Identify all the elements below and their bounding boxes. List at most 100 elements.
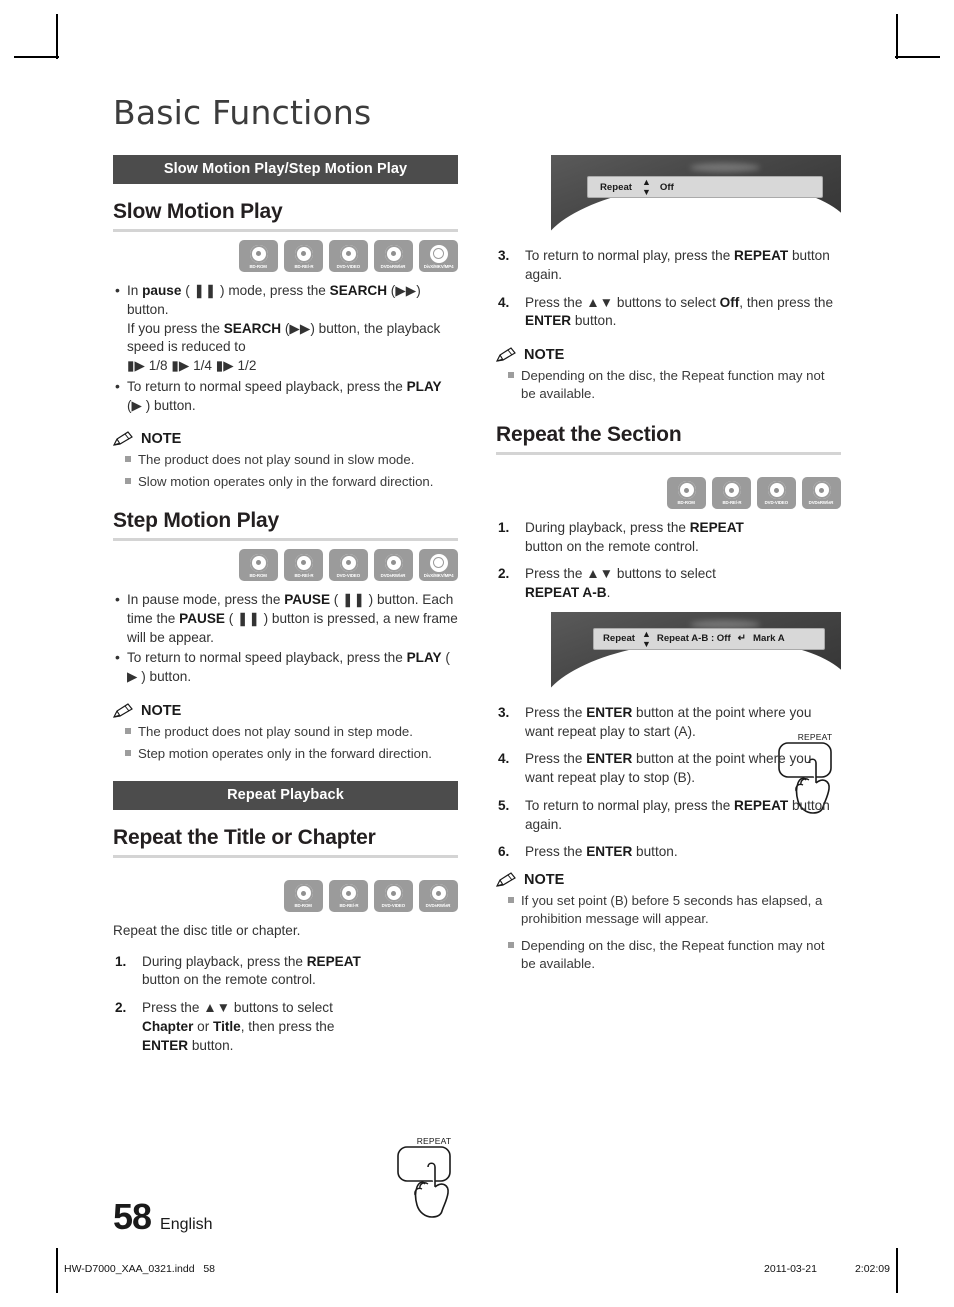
note-item: If you set point (B) before 5 seconds ha… xyxy=(496,892,841,928)
disc-icon xyxy=(249,244,268,263)
repeat-keyword: REPEAT xyxy=(734,797,789,813)
language-label: English xyxy=(160,1216,213,1233)
playback-speed-sequence: ▮▶ 1/8 ▮▶ 1/4 ▮▶ 1/2 xyxy=(127,358,257,373)
text-fragment: button. xyxy=(188,1037,234,1053)
text-fragment: If you press the xyxy=(127,320,224,336)
repeat-section-steps-top: 1. During playback, press the REPEAT but… xyxy=(496,519,841,603)
disc-badge-dvd-video: DVD-VIDEO xyxy=(329,549,368,582)
text-fragment: button. xyxy=(571,313,617,329)
page-number: 58 xyxy=(113,1196,152,1237)
text-fragment: Press the xyxy=(525,751,587,767)
text-fragment: Press the xyxy=(525,844,587,860)
disc-badge-label: BD-ROM xyxy=(677,500,696,506)
note-block-slow-motion: NOTE The product does not play sound in … xyxy=(113,431,458,491)
text-fragment: In pause mode, press the xyxy=(127,592,285,608)
osd-screenshot-repeat-ab: Repeat ▲ ▼ Repeat A-B : Off ↵ Mark A xyxy=(551,611,841,690)
note-title: NOTE xyxy=(524,347,565,363)
heading-rule xyxy=(496,451,841,455)
disc-badge-label: DVD-VIDEO xyxy=(381,903,406,909)
disc-badge-dvd-rw-r: DVD±RW/±R xyxy=(374,549,413,582)
list-item: 4. Press the ENTER button at the point w… xyxy=(496,750,841,788)
crop-mark-top-right-vertical xyxy=(896,14,898,59)
disc-badge-bd-rom: BD-ROM xyxy=(667,476,706,509)
step-number: 3. xyxy=(498,704,510,720)
disc-icon xyxy=(339,884,358,903)
heading-rule xyxy=(113,538,458,542)
disc-badge-label: DVD-VIDEO xyxy=(336,572,361,578)
text-fragment: ( ❚❚ ) mode, press the xyxy=(181,283,330,298)
pencil-icon xyxy=(496,347,516,362)
note-header: NOTE xyxy=(113,703,458,719)
step-number: 4. xyxy=(498,751,510,767)
note-items: The product does not play sound in step … xyxy=(113,723,458,763)
disc-icon xyxy=(294,553,313,572)
list-item: To return to normal speed playback, pres… xyxy=(113,377,458,416)
pencil-icon xyxy=(113,703,133,718)
enter-key-icon: ↵ xyxy=(737,633,747,645)
heading-slow-motion-play: Slow Motion Play xyxy=(113,200,283,223)
note-items: If you set point (B) before 5 seconds ha… xyxy=(496,892,841,973)
divx-disc-icon xyxy=(429,244,448,263)
note-items: Depending on the disc, the Repeat functi… xyxy=(496,367,841,403)
disc-icon xyxy=(767,481,786,500)
heading-repeat-title-or-chapter: Repeat the Title or Chapter xyxy=(113,825,376,849)
list-item: 4. Press the ▲▼ buttons to select Off, t… xyxy=(496,294,841,332)
enter-keyword: ENTER xyxy=(586,844,633,860)
crop-mark-top-left-vertical xyxy=(56,14,58,59)
disc-badge-dvd-rw-r: DVD±RW/±R xyxy=(802,476,841,509)
note-block-step-motion: NOTE The product does not play sound in … xyxy=(113,703,458,763)
crop-mark-top-left-horizontal xyxy=(14,56,59,58)
production-footer: HW-D7000_XAA_0321.indd 58 2011-03-21 2:0… xyxy=(64,1263,890,1275)
remote-repeat-illustration-left: REPEAT xyxy=(392,1136,464,1227)
repeat-ab-keyword: REPEAT A-B xyxy=(525,585,607,601)
disc-icon xyxy=(249,553,268,572)
pause-keyword: pause xyxy=(142,283,182,298)
disc-badge-label: BD-RE/-R xyxy=(339,903,358,909)
note-title: NOTE xyxy=(141,702,182,719)
text-fragment: button on the remote control. xyxy=(142,972,316,988)
step-number: 3. xyxy=(498,248,510,263)
disc-badge-label: DVD±RW/±R xyxy=(381,572,406,578)
step-motion-bullets: In pause mode, press the PAUSE ( ❚❚ ) bu… xyxy=(113,590,458,687)
divx-disc-icon xyxy=(429,553,448,572)
indd-page: 58 xyxy=(203,1263,216,1275)
text-fragment: Press the xyxy=(525,704,587,720)
pause-keyword: PAUSE xyxy=(179,610,225,626)
osd-repeat-label: Repeat xyxy=(600,181,632,193)
repeat-title-steps-continued: 3. To return to normal play, press the R… xyxy=(496,247,841,331)
note-header: NOTE xyxy=(496,872,841,888)
disc-badge-bd-rom: BD-ROM xyxy=(239,549,278,582)
list-item: 2. Press the ▲▼ buttons to select Chapte… xyxy=(113,999,458,1055)
disc-icon xyxy=(384,244,403,263)
indd-filename: HW-D7000_XAA_0321.indd xyxy=(64,1263,195,1275)
disc-badge-bd-re-r: BD-RE/-R xyxy=(284,549,323,582)
repeat-keyword: REPEAT xyxy=(734,248,789,263)
text-fragment: . xyxy=(606,585,611,601)
off-keyword: Off xyxy=(719,294,740,310)
text-fragment: To return to normal speed playback, pres… xyxy=(127,650,407,666)
note-item: The product does not play sound in step … xyxy=(113,723,458,741)
text-fragment: Press the ▲▼ buttons to select xyxy=(525,294,720,310)
note-item: Depending on the disc, the Repeat functi… xyxy=(496,367,841,403)
disc-icon xyxy=(294,244,313,263)
disc-badges-slow-motion: BD-ROM BD-RE/-R DVD-VIDEO DVD±RW/±R DivX… xyxy=(113,240,458,272)
repeat-keyword: REPEAT xyxy=(689,519,744,535)
osd-repeat-label: Repeat xyxy=(603,633,635,645)
disc-icon xyxy=(812,481,831,500)
enter-keyword: ENTER xyxy=(586,751,633,767)
list-item: In pause ( ❚❚ ) mode, press the SEARCH (… xyxy=(113,281,458,376)
page-title: Basic Functions xyxy=(113,93,372,132)
step-number: 5. xyxy=(498,797,510,813)
disc-badge-label: DVD-VIDEO xyxy=(336,263,361,269)
text-fragment: (▶ ) button. xyxy=(127,397,196,413)
list-item: To return to normal speed playback, pres… xyxy=(113,648,458,687)
crop-mark-bottom-left-vertical xyxy=(56,1248,58,1293)
repeat-title-steps: 1. During playback, press the REPEAT but… xyxy=(113,953,458,1056)
disc-badge-dvd-rw-r: DVD±RW/±R xyxy=(419,879,458,912)
enter-keyword: ENTER xyxy=(142,1037,189,1053)
disc-badge-bd-rom: BD-ROM xyxy=(284,879,323,912)
disc-badges-step-motion: BD-ROM BD-RE/-R DVD-VIDEO DVD±RW/±R DivX… xyxy=(113,549,458,582)
disc-badge-label: BD-RE/-R xyxy=(294,263,313,269)
step-number: 4. xyxy=(498,294,510,310)
up-down-arrow-icon: ▲ ▼ xyxy=(642,628,651,649)
